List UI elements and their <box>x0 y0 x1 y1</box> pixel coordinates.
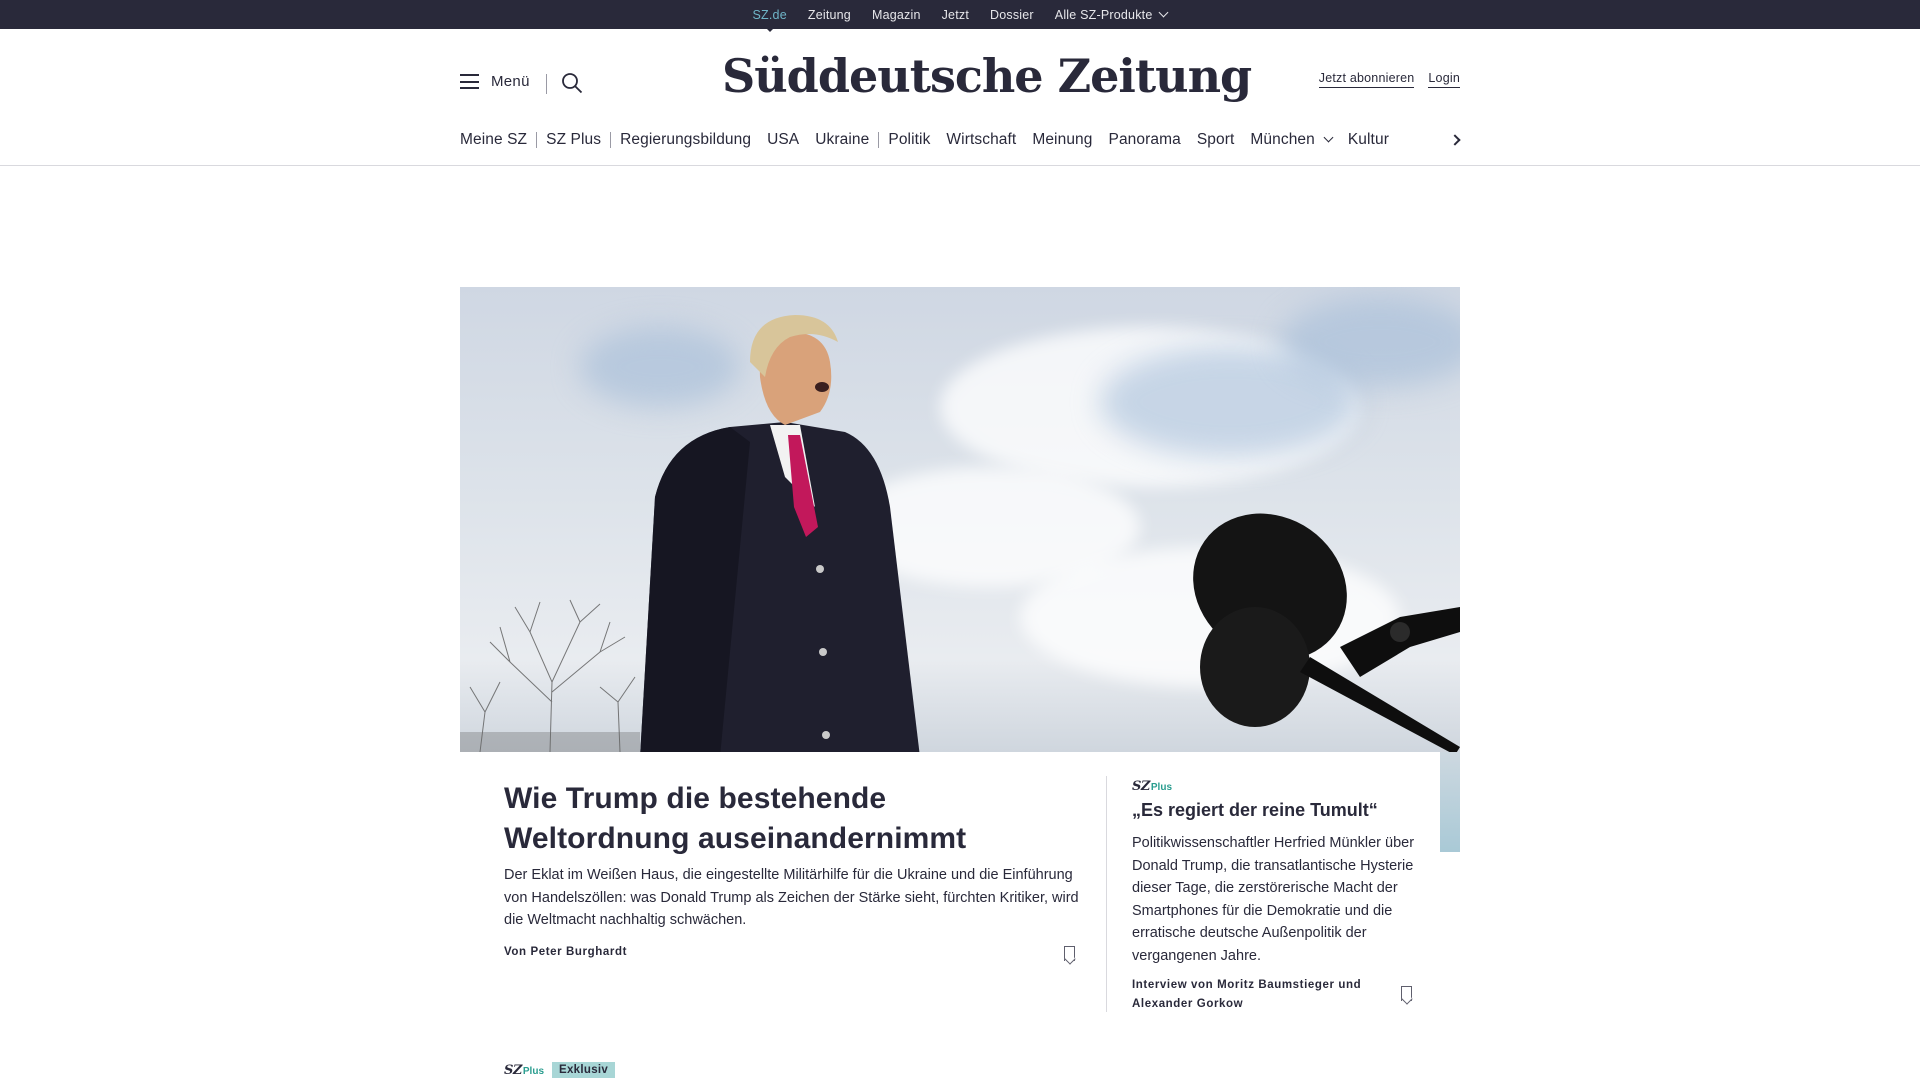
nav-panorama[interactable]: Panorama <box>1109 131 1181 149</box>
lead-article-author: Von Peter Burghardt <box>504 946 628 958</box>
subscribe-link[interactable]: Jetzt abonnieren <box>1318 71 1415 88</box>
nav-meine-sz[interactable]: Meine SZ <box>460 131 527 149</box>
nav-sz-plus[interactable]: SZ Plus <box>546 131 601 149</box>
side-article-author: Interview von Moritz Baumstieger und Ale… <box>1132 979 1362 1010</box>
person-in-coat <box>640 315 920 752</box>
site-logo[interactable]: Süddeutsche Zeitung <box>722 49 1252 103</box>
nav-kultur[interactable]: Kultur <box>1348 131 1389 149</box>
menu-label: Menü <box>491 73 530 90</box>
header-divider <box>546 74 547 94</box>
nav-divider <box>610 132 612 148</box>
account-links: Jetzt abonnieren Login <box>1318 71 1460 88</box>
nav-regierungsbildung[interactable]: Regierungsbildung <box>620 131 751 149</box>
sz-plus-logo-sz: SZ <box>1132 779 1150 794</box>
hero-image-edge <box>1440 752 1460 852</box>
topnav-zeitung[interactable]: Zeitung <box>808 8 851 22</box>
nav-muenchen[interactable]: München <box>1250 131 1334 149</box>
card-divider <box>1106 776 1107 1012</box>
sz-plus-logo-plus: Plus <box>1150 782 1173 793</box>
topnav-magazin[interactable]: Magazin <box>872 8 921 22</box>
category-navigation: Meine SZ SZ Plus Regierungsbildung USA U… <box>460 129 1460 151</box>
sz-plus-logo: SZ Plus <box>1132 779 1172 794</box>
sz-plus-logo: SZ Plus <box>504 1063 544 1078</box>
lead-article-teaser[interactable]: Der Eklat im Weißen Haus, die eingestell… <box>504 864 1084 932</box>
next-article-labels: SZ Plus Exklusiv <box>504 1062 616 1078</box>
topnav-alle-produkte-label: Alle SZ-Produkte <box>1054 7 1153 22</box>
bookmark-icon[interactable] <box>1401 986 1412 1001</box>
nav-politik[interactable]: Politik <box>888 131 930 149</box>
search-icon[interactable] <box>561 72 583 94</box>
nav-usa[interactable]: USA <box>767 131 799 149</box>
nav-meinung[interactable]: Meinung <box>1032 131 1092 149</box>
exklusiv-badge: Exklusiv <box>552 1062 616 1078</box>
nav-muenchen-label: München <box>1250 131 1315 148</box>
nav-wirtschaft[interactable]: Wirtschaft <box>946 131 1016 149</box>
topnav-dossier[interactable]: Dossier <box>990 8 1034 22</box>
site-header: Menü Süddeutsche Zeitung Jetzt abonniere… <box>0 29 1920 166</box>
nav-divider <box>878 132 880 148</box>
menu-button[interactable]: Menü <box>460 73 530 90</box>
topnav-alle-produkte[interactable]: Alle SZ-Produkte <box>1054 7 1169 22</box>
topnav-jetzt[interactable]: Jetzt <box>942 8 969 22</box>
bookmark-icon[interactable] <box>1064 946 1075 961</box>
chevron-down-icon <box>1159 7 1169 17</box>
lead-article-title[interactable]: Wie Trump die bestehende Weltordnung aus… <box>504 779 1064 859</box>
sz-plus-logo-plus: Plus <box>522 1065 545 1077</box>
login-link[interactable]: Login <box>1428 71 1460 88</box>
top-navigation: SZ.de Zeitung Magazin Jetzt Dossier Alle… <box>0 0 1920 32</box>
sz-plus-logo-sz: SZ <box>504 1062 522 1078</box>
nav-divider <box>536 132 538 148</box>
side-article-teaser[interactable]: Politikwissenschaftler Herfried Münkler … <box>1132 832 1422 967</box>
topnav-sz-de[interactable]: SZ.de <box>753 8 787 32</box>
chevron-down-icon <box>1323 132 1334 143</box>
nav-sport[interactable]: Sport <box>1197 131 1235 149</box>
side-article-title[interactable]: „Es regiert der reine Tumult“ <box>1132 798 1422 822</box>
hero-image[interactable] <box>460 287 1460 752</box>
nav-ukraine[interactable]: Ukraine <box>815 131 869 149</box>
microphone-image <box>1193 513 1460 752</box>
lead-article-card: Wie Trump die bestehende Weltordnung aus… <box>480 752 1440 1080</box>
hamburger-icon <box>460 74 479 89</box>
